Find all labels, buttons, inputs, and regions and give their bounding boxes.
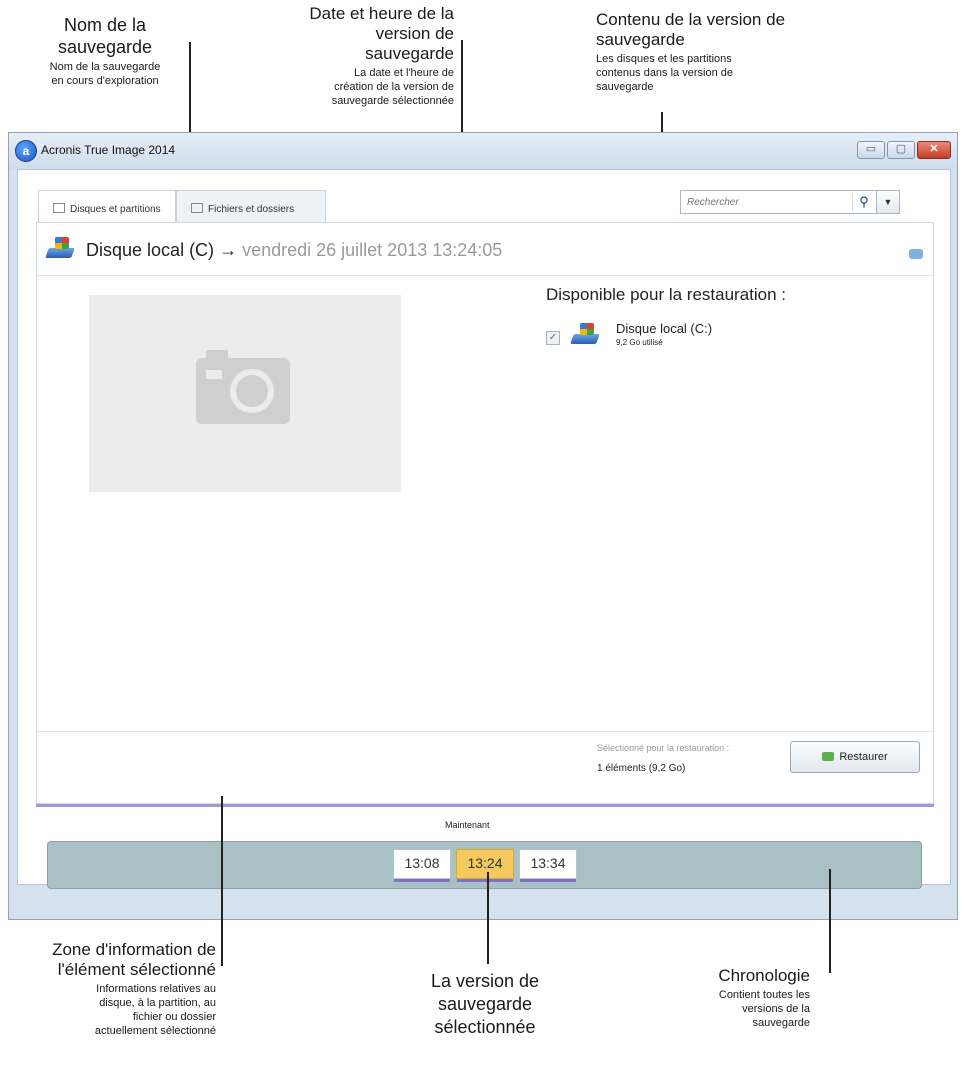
- maximize-button[interactable]: ▢: [887, 141, 915, 159]
- callout-line-info-zone: [221, 796, 223, 966]
- title-bar[interactable]: a Acronis True Image 2014 ▭ ▢ ✕: [9, 133, 957, 169]
- available-item-size: 9,2 Go utilisé: [616, 338, 663, 347]
- timeline-version[interactable]: 13:34: [519, 849, 577, 882]
- callout-selected-version: La version de sauvegarde sélectionnée: [390, 970, 580, 1039]
- app-window: a Acronis True Image 2014 ▭ ▢ ✕ Disques …: [8, 132, 958, 920]
- restore-icon: [822, 752, 835, 761]
- search-dropdown-button[interactable]: ▼: [876, 191, 899, 213]
- callout-backup-name: Nom de la sauvegarde Nom de la sauvegard…: [10, 14, 200, 88]
- search-icon[interactable]: ⚲: [852, 193, 875, 211]
- callout-version-content-desc: Les disques et les partitions contenus d…: [596, 53, 733, 93]
- acronis-logo-icon: a: [15, 140, 37, 162]
- camera-icon: [196, 350, 290, 424]
- tab-disks-partitions[interactable]: Disques et partitions: [38, 190, 176, 223]
- comment-icon[interactable]: [909, 249, 923, 259]
- header-divider: [37, 275, 933, 276]
- client-area: Disques et partitions Fichiers et dossie…: [17, 169, 951, 885]
- backup-name: Disque local (C): [86, 240, 215, 260]
- arrow-icon: →: [219, 240, 238, 260]
- callout-line-selected-version: [487, 872, 489, 964]
- version-date: vendredi 26 juillet 2013 13:24:05: [242, 240, 503, 260]
- restore-button-label: Restaurer: [839, 751, 888, 763]
- panel-accent-bar: [36, 804, 934, 807]
- restore-button[interactable]: Restaurer: [790, 741, 920, 773]
- callout-info-zone: Zone d'information de l'élément sélectio…: [6, 940, 216, 1038]
- minimize-button[interactable]: ▭: [857, 141, 885, 159]
- callout-version-content: Contenu de la version de sauvegarde Les …: [596, 10, 836, 94]
- callout-info-zone-title: Zone d'information de l'élément sélectio…: [52, 940, 216, 979]
- timeline-version-selected[interactable]: 13:24: [456, 849, 514, 882]
- available-item-name: Disque local (C:): [616, 321, 713, 336]
- callout-version-date: Date et heure de la version de sauvegard…: [282, 4, 454, 108]
- callout-backup-name-desc: Nom de la sauvegarde en cours d'explorat…: [49, 61, 161, 87]
- tab-files-folders[interactable]: Fichiers et dossiers: [176, 190, 326, 222]
- callout-selected-version-title: La version de sauvegarde sélectionnée: [430, 971, 540, 1037]
- timeline-bar: 13:08 13:24 13:34: [47, 841, 922, 889]
- callout-backup-name-title: Nom de la sauvegarde: [57, 15, 153, 57]
- callout-info-zone-desc: Informations relatives au disque, à la p…: [94, 983, 216, 1037]
- preview-thumbnail: [89, 295, 401, 492]
- callout-version-content-title: Contenu de la version de sauvegarde: [596, 10, 786, 49]
- selected-value: 1 éléments (9,2 Go): [597, 763, 686, 774]
- callout-line-timeline: [829, 869, 831, 973]
- windows-disk-icon: [570, 323, 600, 347]
- callout-version-date-desc: La date et l'heure de création de la ver…: [331, 67, 454, 107]
- folder-icon: [191, 203, 203, 213]
- footer-divider: [37, 731, 933, 732]
- search-input[interactable]: [685, 196, 839, 209]
- item-checkbox[interactable]: ✓: [546, 331, 560, 345]
- available-title: Disponible pour la restauration :: [546, 285, 787, 304]
- selected-label: Sélectionné pour la restauration :: [597, 743, 730, 753]
- tab-disks-partitions-label: Disques et partitions: [70, 204, 161, 215]
- search-box: ⚲ ▼: [680, 190, 900, 214]
- windows-disk-icon: [45, 237, 75, 261]
- callout-timeline-title: Chronologie: [718, 966, 810, 985]
- timeline-now-label: Maintenant: [445, 820, 490, 830]
- disk-icon: [53, 203, 65, 213]
- callout-timeline: Chronologie Contient toutes les versions…: [640, 966, 810, 1030]
- close-button[interactable]: ✕: [917, 141, 951, 159]
- backup-header: Disque local (C) → vendredi 26 juillet 2…: [45, 237, 502, 261]
- tab-files-folders-label: Fichiers et dossiers: [208, 204, 295, 215]
- timeline-version[interactable]: 13:08: [393, 849, 451, 882]
- callout-version-date-title: Date et heure de la version de sauvegard…: [309, 4, 454, 63]
- backup-explorer-panel: Disque local (C) → vendredi 26 juillet 2…: [36, 222, 934, 804]
- window-title: Acronis True Image 2014: [41, 143, 176, 157]
- callout-timeline-desc: Contient toutes les versions de la sauve…: [718, 989, 810, 1029]
